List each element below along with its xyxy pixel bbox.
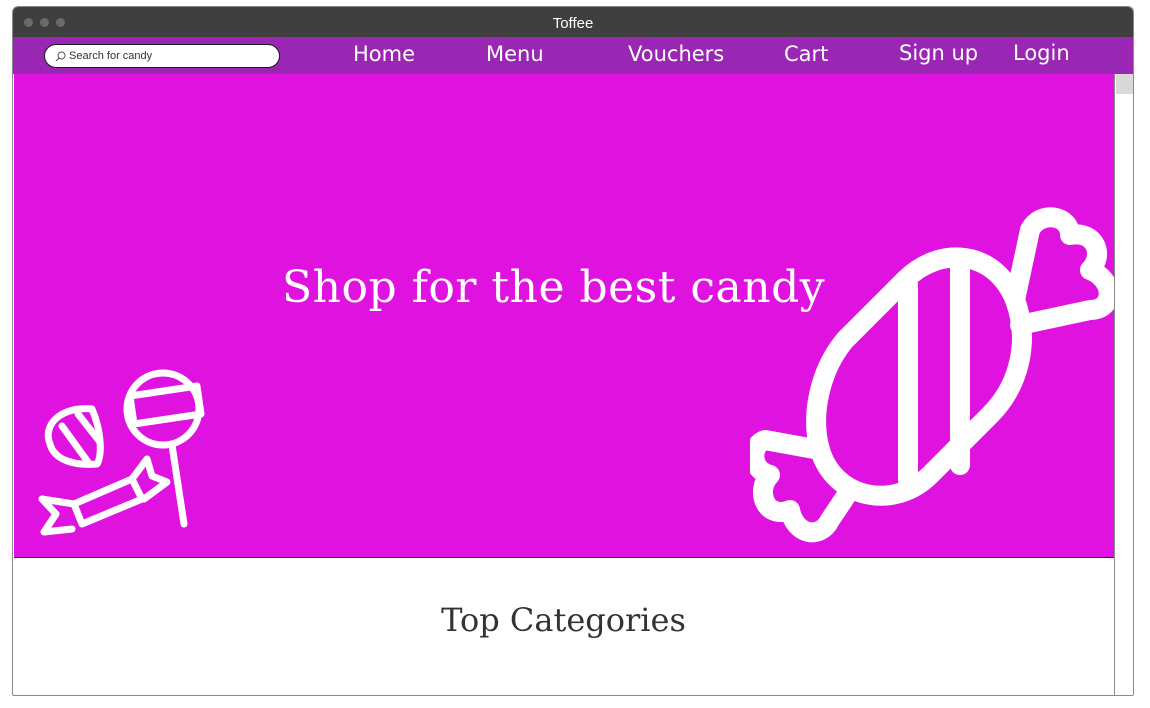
search-input[interactable]	[69, 48, 269, 64]
browser-window: Toffee Home Menu Vouchers Cart Sign up L…	[12, 6, 1134, 696]
title-bar: Toffee	[13, 7, 1133, 37]
nav-home[interactable]: Home	[353, 42, 415, 66]
nav-cart[interactable]: Cart	[784, 42, 828, 66]
big-candy-icon	[750, 207, 1115, 543]
search-box[interactable]	[44, 44, 280, 68]
search-icon	[55, 51, 66, 62]
nav-login[interactable]: Login	[1013, 41, 1070, 65]
navbar: Home Menu Vouchers Cart Sign up Login	[13, 37, 1133, 74]
hero-tagline: Shop for the best candy	[282, 262, 826, 313]
nav-menu[interactable]: Menu	[486, 42, 544, 66]
nav-vouchers[interactable]: Vouchers	[628, 42, 724, 66]
small-candies-icon	[38, 369, 205, 536]
window-title: Toffee	[552, 15, 594, 32]
hero-banner: Shop for the best candy	[14, 74, 1115, 558]
top-categories-heading: Top Categories	[441, 601, 686, 639]
nav-signup[interactable]: Sign up	[899, 41, 978, 65]
scrollbar-thumb[interactable]	[1116, 74, 1133, 94]
scrollbar[interactable]	[1114, 74, 1133, 695]
